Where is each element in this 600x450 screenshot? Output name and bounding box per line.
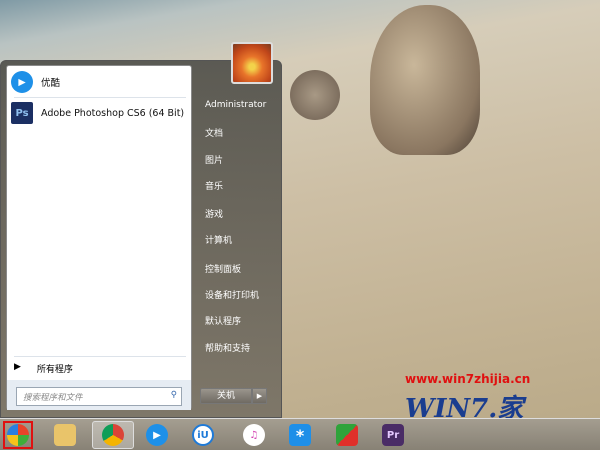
user-name[interactable]: Administrator [205,100,266,110]
itunes-icon: ♫ [243,424,265,446]
search-icon: ⚲ [170,390,177,400]
program-youku[interactable]: ▶ 优酷 [9,69,187,95]
all-programs[interactable]: ▶ 所有程序 [14,362,73,375]
youku-icon: ▶ [11,71,33,93]
program-label: 优酷 [41,78,61,89]
arrow-right-icon: ▶ [14,362,21,372]
taskbar-itunes[interactable]: ♫ [239,421,269,449]
wallpaper-rock [370,5,480,155]
start-button[interactable] [3,421,33,449]
user-avatar[interactable] [231,42,273,84]
taskbar-baidu-assistant[interactable]: * [285,421,315,449]
watermark-url: www.win7zhijia.cn [405,372,531,386]
menu-documents[interactable]: 文档 [205,126,223,139]
shutdown-button[interactable]: 关机 [200,388,252,404]
taskbar-youku[interactable]: ▶ [142,421,172,449]
program-photoshop[interactable]: Ps Adobe Photoshop CS6 (64 Bit) [9,100,187,126]
menu-default-programs[interactable]: 默认程序 [205,314,241,327]
premiere-icon: Pr [382,424,404,446]
menu-pictures[interactable]: 图片 [205,153,223,166]
asterisk-icon: * [289,424,311,446]
chrome-icon [102,424,124,446]
search-input[interactable]: 搜索程序和文件 ⚲ [16,387,182,406]
windows-logo-icon [7,424,29,446]
taskbar-explorer[interactable] [50,421,80,449]
menu-games[interactable]: 游戏 [205,207,223,220]
wps-icon [336,424,358,446]
taskbar-iu[interactable]: iU [188,421,218,449]
menu-devices-printers[interactable]: 设备和打印机 [205,288,259,301]
wallpaper-rock [290,70,340,120]
menu-help-support[interactable]: 帮助和支持 [205,341,250,354]
menu-control-panel[interactable]: 控制面板 [205,262,241,275]
youku-icon: ▶ [146,424,168,446]
photoshop-icon: Ps [11,102,33,124]
shutdown-options-button[interactable]: ▶ [252,388,267,404]
taskbar: ▶ iU ♫ * Pr [0,418,600,450]
program-label: Adobe Photoshop CS6 (64 Bit) [41,107,185,119]
menu-computer[interactable]: 计算机 [205,233,232,246]
taskbar-premiere[interactable]: Pr [378,421,408,449]
taskbar-chrome[interactable] [92,421,134,449]
iu-icon: iU [192,424,214,446]
taskbar-wps[interactable] [332,421,362,449]
menu-music[interactable]: 音乐 [205,179,223,192]
folder-icon [54,424,76,446]
